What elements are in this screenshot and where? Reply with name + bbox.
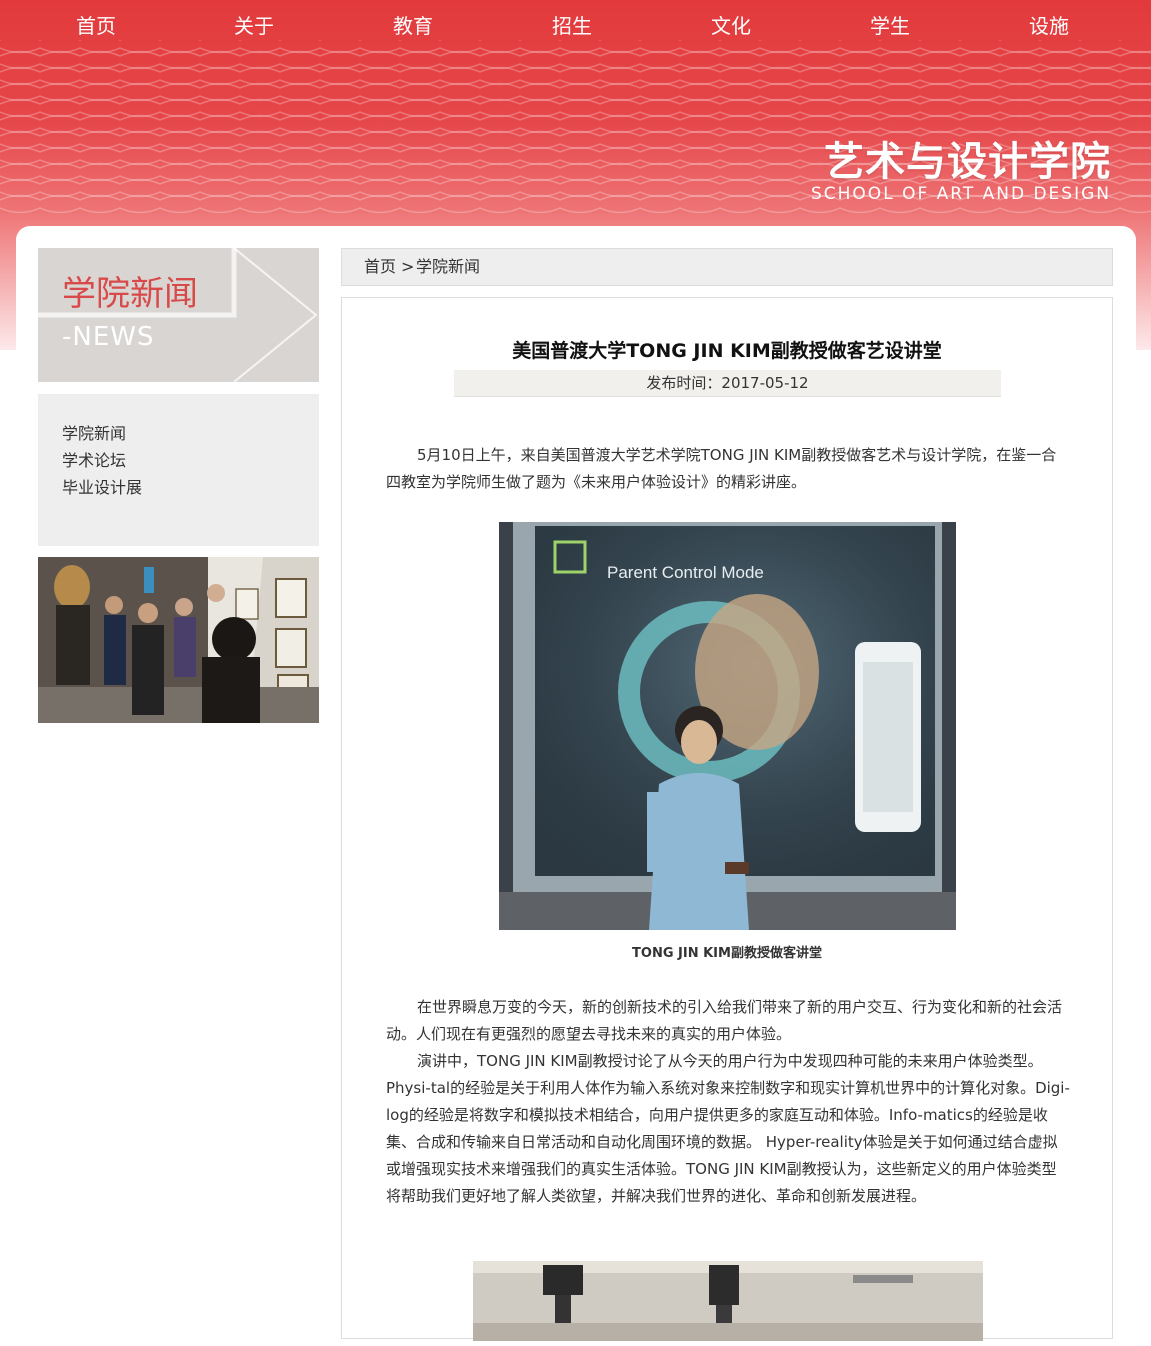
figure-caption: TONG JIN KIM副教授做客讲堂 xyxy=(632,946,822,961)
sidebar-item-news[interactable]: 学院新闻 xyxy=(62,420,126,444)
article-paragraph: 5月10日上午，来自美国普渡大学艺术学院TONG JIN KIM副教授做客艺术与… xyxy=(386,446,1057,491)
article-container: 美国普渡大学TONG JIN KIM副教授做客艺设讲堂 发布时间：2017-05… xyxy=(341,297,1113,1341)
sidebar-item-forum[interactable]: 学术论坛 xyxy=(62,447,126,471)
article-figure: Parent Control Mode xyxy=(499,522,956,930)
wave-line xyxy=(0,50,1151,57)
article-title: 美国普渡大学TONG JIN KIM副教授做客艺设讲堂 xyxy=(512,340,942,362)
breadcrumb: 首页 > 学院新闻 xyxy=(341,248,1113,286)
classroom-photo-image xyxy=(473,1261,983,1341)
article-figure xyxy=(473,1261,983,1341)
article-paragraph: 在世界瞬息万变的今天，新的创新技术的引入给我们带来了新的用户交互、行为变化和新的… xyxy=(386,998,1063,1043)
sidebar-item-graduation-exhibition[interactable]: 毕业设计展 xyxy=(62,474,142,498)
wave-line xyxy=(0,82,1151,89)
nav-education[interactable]: 教育 xyxy=(373,10,453,39)
sidebar-title: 学院新闻 xyxy=(62,274,198,314)
logo-chinese: 艺术与设计学院 xyxy=(824,139,1111,185)
logo-english: SCHOOL OF ART AND DESIGN xyxy=(810,184,1111,204)
wave-line xyxy=(0,114,1151,121)
sidebar-subtitle: -NEWS xyxy=(62,322,155,352)
nav-about[interactable]: 关于 xyxy=(214,10,294,39)
main-nav: 首页 关于 教育 招生 文化 学生 设施 xyxy=(0,0,1151,48)
sidebar-banner: 学院新闻 -NEWS xyxy=(38,248,319,382)
nav-students[interactable]: 学生 xyxy=(850,10,930,39)
lecture-photo-image: Parent Control Mode xyxy=(499,522,956,930)
wave-line xyxy=(0,130,1151,137)
exhibition-photo-image xyxy=(38,557,319,723)
nav-facilities[interactable]: 设施 xyxy=(1009,10,1089,39)
wave-line xyxy=(0,66,1151,73)
nav-admissions[interactable]: 招生 xyxy=(532,10,612,39)
breadcrumb-home[interactable]: 首页 xyxy=(364,249,396,285)
wave-line xyxy=(0,207,1151,214)
school-logo[interactable]: 艺术与设计学院 SCHOOL OF ART AND DESIGN xyxy=(811,140,1111,204)
nav-culture[interactable]: 文化 xyxy=(691,10,771,39)
breadcrumb-current[interactable]: 学院新闻 xyxy=(416,249,480,285)
nav-home[interactable]: 首页 xyxy=(56,10,136,39)
sidebar-menu: 学院新闻 学术论坛 毕业设计展 xyxy=(38,394,319,546)
article-paragraph: 演讲中，TONG JIN KIM副教授讨论了从今天的用户行为中发现四种可能的未来… xyxy=(386,1052,1070,1205)
article-date: 发布时间：2017-05-12 xyxy=(454,370,1001,397)
screen-text: Parent Control Mode xyxy=(607,563,764,582)
wave-line xyxy=(0,98,1151,105)
sidebar-photo[interactable] xyxy=(38,557,319,723)
breadcrumb-separator: > xyxy=(401,257,415,276)
